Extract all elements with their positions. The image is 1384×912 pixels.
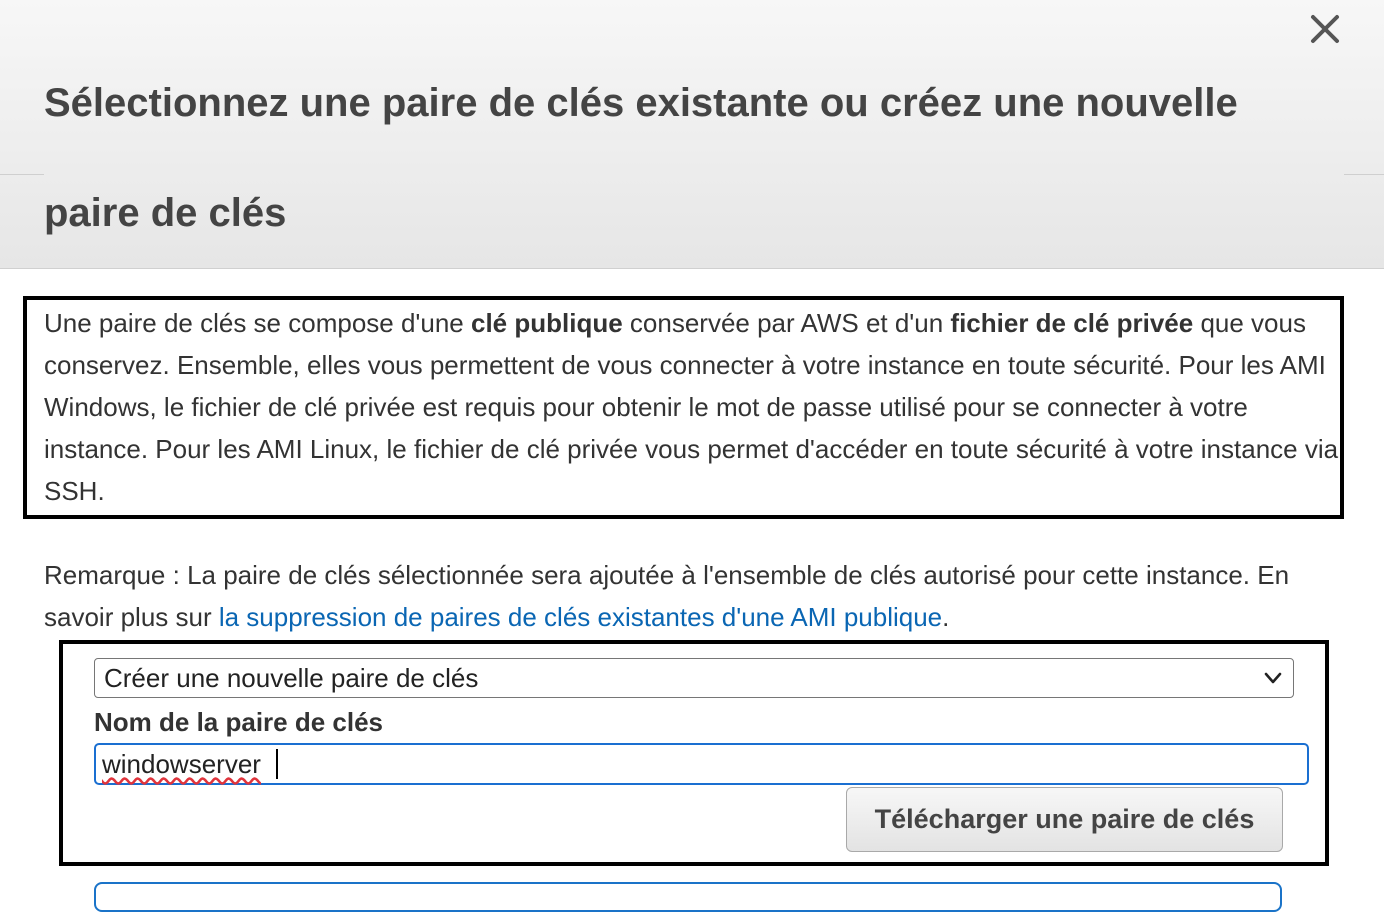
note-end: .	[942, 602, 950, 632]
key-name-input[interactable]: windowserver	[94, 743, 1309, 785]
download-key-pair-button[interactable]: Télécharger une paire de clés	[846, 787, 1283, 852]
key-name-label: Nom de la paire de clés	[94, 707, 384, 737]
key-pair-description: Une paire de clés se compose d'une clé p…	[44, 302, 1340, 512]
private-key-file-emphasis: fichier de clé privée	[950, 308, 1194, 338]
learn-more-link[interactable]: la suppression de paires de clés existan…	[219, 602, 942, 632]
key-pair-option-select[interactable]: Créer une nouvelle paire de clés	[94, 658, 1294, 698]
chevron-down-icon	[1263, 668, 1283, 688]
public-key-emphasis: clé publique	[471, 308, 623, 338]
note-paragraph: Remarque : La paire de clés sélectionnée…	[44, 554, 1344, 638]
description-text-2: conservée par AWS et d'un	[622, 308, 951, 338]
header-divider-right	[1344, 174, 1384, 175]
select-value: Créer une nouvelle paire de clés	[104, 663, 479, 693]
close-icon[interactable]	[1306, 10, 1344, 48]
header-divider-left	[0, 174, 44, 175]
modal-title: Sélectionnez une paire de clés existante…	[44, 81, 1238, 235]
modal-header: Sélectionnez une paire de clés existante…	[0, 0, 1384, 269]
description-text-1: Une paire de clés se compose d'une	[44, 308, 471, 338]
next-panel	[94, 882, 1282, 912]
key-name-value: windowserver	[102, 749, 261, 779]
text-caret	[276, 749, 278, 779]
